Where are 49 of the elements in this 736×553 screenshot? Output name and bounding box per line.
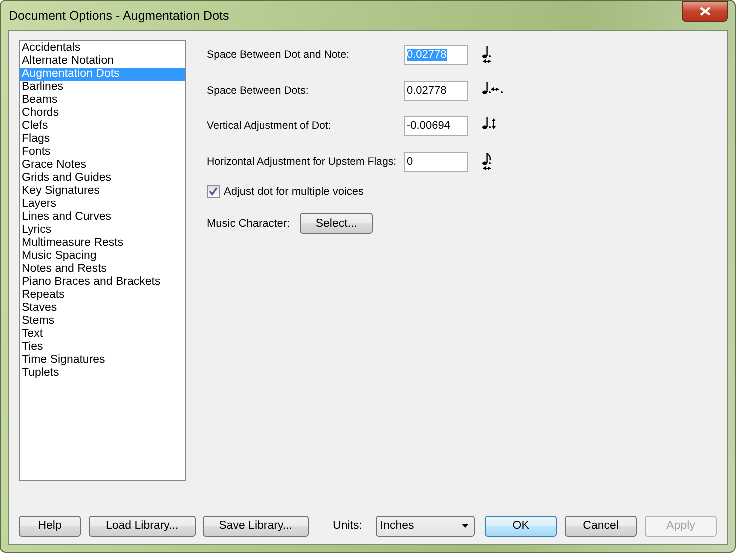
- field-label: Space Between Dots:: [207, 84, 310, 96]
- save-library-button[interactable]: Save Library...: [202, 516, 310, 536]
- select-button[interactable]: Select...: [300, 213, 374, 234]
- ok-button[interactable]: OK: [485, 516, 558, 536]
- category-item[interactable]: Alternate Notation: [20, 55, 185, 68]
- close-button[interactable]: [682, 1, 728, 22]
- category-item[interactable]: Clefs: [20, 120, 185, 133]
- close-icon: [700, 7, 710, 16]
- category-item[interactable]: Ties: [20, 341, 185, 354]
- category-item[interactable]: Repeats: [20, 289, 185, 302]
- field-label: Space Between Dot and Note:: [207, 49, 351, 61]
- category-item[interactable]: Tuplets: [20, 367, 185, 380]
- category-item[interactable]: Flags: [20, 133, 185, 146]
- input-field[interactable]: 0: [404, 152, 468, 172]
- category-item[interactable]: Chords: [20, 107, 185, 120]
- load-library-button[interactable]: Load Library...: [89, 516, 196, 536]
- units-label: Units:: [333, 520, 362, 532]
- units-dropdown[interactable]: Inches: [376, 516, 476, 536]
- category-item[interactable]: Stems: [20, 315, 185, 328]
- category-item[interactable]: Accidentals: [20, 42, 185, 55]
- category-item[interactable]: Multimeasure Rests: [20, 237, 185, 250]
- checkbox[interactable]: [207, 185, 220, 198]
- music-character-label: Music Character:: [207, 218, 290, 230]
- note-icon: [482, 152, 492, 170]
- field-label: Vertical Adjustment of Dot:: [207, 120, 332, 132]
- window-title: Document Options - Augmentation Dots: [8, 8, 230, 22]
- cancel-button[interactable]: Cancel: [565, 516, 638, 536]
- input-field[interactable]: -0.00694: [404, 116, 468, 136]
- category-item[interactable]: Barlines: [20, 81, 185, 94]
- note-icon: [482, 46, 492, 64]
- category-item[interactable]: Notes and Rests: [20, 263, 185, 276]
- category-item[interactable]: Piano Braces and Brackets: [20, 276, 185, 289]
- category-item[interactable]: Fonts: [20, 146, 185, 159]
- category-item[interactable]: Lines and Curves: [20, 211, 185, 224]
- category-item[interactable]: Lyrics: [20, 224, 185, 237]
- category-item[interactable]: Music Spacing: [20, 250, 185, 263]
- category-item[interactable]: Text: [20, 328, 185, 341]
- category-item[interactable]: Grids and Guides: [20, 172, 185, 185]
- help-button[interactable]: Help: [19, 516, 82, 536]
- category-item[interactable]: Staves: [20, 302, 185, 315]
- caret-icon: [462, 524, 470, 528]
- field-label: Horizontal Adjustment for Upstem Flags:: [207, 156, 398, 168]
- category-item[interactable]: Layers: [20, 198, 185, 211]
- category-item[interactable]: Key Signatures: [20, 185, 185, 198]
- category-item[interactable]: Grace Notes: [20, 159, 185, 172]
- input-field[interactable]: 0.02778: [404, 80, 468, 100]
- checkbox-label: Adjust dot for multiple voices: [224, 186, 364, 198]
- category-item[interactable]: Time Signatures: [20, 354, 185, 367]
- category-item[interactable]: Beams: [20, 94, 185, 107]
